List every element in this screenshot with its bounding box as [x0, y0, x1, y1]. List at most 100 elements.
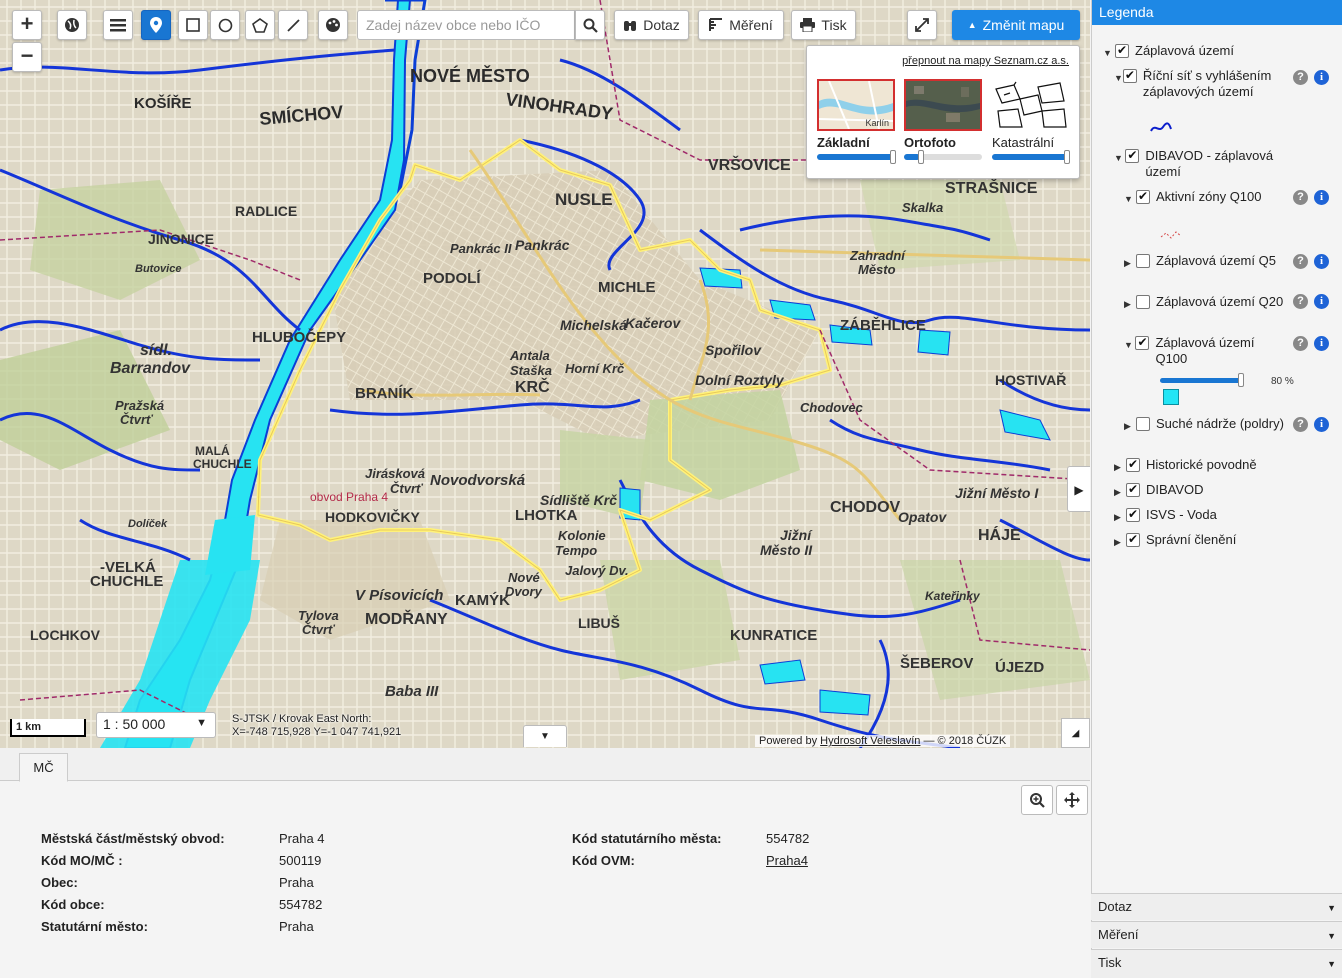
tree-collapsed-icon[interactable]: ▶: [1124, 418, 1136, 434]
legend-item-dibavod-zaplavova[interactable]: ▼ DIBAVOD - záplavová území: [1114, 147, 1304, 180]
rectangle-select-button[interactable]: [178, 10, 208, 40]
accordion-mereni[interactable]: Měření ▼: [1091, 921, 1342, 948]
scale-select[interactable]: 1 : 50 000 ▼: [96, 712, 216, 738]
help-icon[interactable]: ?: [1293, 254, 1308, 269]
layer-checkbox[interactable]: [1136, 254, 1150, 268]
legend-item-q100[interactable]: ▼ Záplavová území Q100: [1124, 334, 1284, 367]
tree-expanded-icon[interactable]: ▼: [1124, 191, 1136, 207]
zoom-to-feature-button[interactable]: [1021, 785, 1053, 815]
basemap-zakladni-thumbnail[interactable]: Karlín: [817, 79, 895, 131]
corner-resize-button[interactable]: ◢: [1061, 718, 1090, 748]
legend-item-suche-nadrze[interactable]: ▶ Suché nádrže (poldry): [1124, 416, 1284, 434]
point-select-button[interactable]: [141, 10, 171, 40]
tisk-button[interactable]: Tisk: [791, 10, 856, 40]
layer-checkbox[interactable]: [1126, 481, 1140, 497]
tree-expanded-icon[interactable]: ▼: [1114, 70, 1123, 86]
mereni-button[interactable]: Měření: [698, 10, 784, 40]
legend-item-historicke-povodne[interactable]: ▶ Historické povodně: [1114, 456, 1334, 475]
help-icon[interactable]: ?: [1293, 70, 1308, 85]
attribution-company-link[interactable]: Hydrosoft Veleslavín: [820, 735, 920, 747]
legend-item-spravni-cleneni[interactable]: ▶ Správní členění: [1114, 531, 1334, 550]
zoom-out-button[interactable]: −: [12, 42, 42, 72]
basemap-katastralni[interactable]: Katastrální: [992, 79, 1070, 164]
q100-opacity-value: 80 %: [1271, 376, 1294, 387]
layer-checkbox[interactable]: [1136, 188, 1150, 204]
search-input[interactable]: [357, 10, 575, 40]
svg-text:Jižní Město I: Jižní Město I: [955, 485, 1039, 501]
layer-checkbox[interactable]: [1136, 295, 1150, 309]
tree-collapsed-icon[interactable]: ▶: [1114, 484, 1126, 500]
zoom-in-button[interactable]: +: [12, 10, 42, 40]
layer-checkbox[interactable]: [1126, 506, 1140, 522]
tisk-label: Tisk: [821, 17, 847, 33]
line-select-button[interactable]: [278, 10, 308, 40]
pan-to-feature-button[interactable]: [1056, 785, 1088, 815]
legend-item-ricni-sit[interactable]: ▼ Říční síť s vyhlášením záplavových úze…: [1114, 67, 1284, 100]
change-map-button[interactable]: ▲ Změnit mapu: [952, 10, 1080, 40]
layer-checkbox[interactable]: [1125, 147, 1140, 163]
globe-button[interactable]: [57, 10, 87, 40]
tree-expanded-icon[interactable]: ▼: [1103, 45, 1115, 61]
scale-value: 1 : 50 000: [103, 716, 166, 732]
tree-expanded-icon[interactable]: ▼: [1114, 150, 1125, 166]
tree-collapsed-icon[interactable]: ▶: [1114, 509, 1126, 525]
accordion-tisk[interactable]: Tisk ▼: [1091, 949, 1342, 978]
q100-opacity-knob[interactable]: [1238, 373, 1244, 387]
basemap-ortofoto-thumbnail[interactable]: [904, 79, 982, 131]
legend-item-q20[interactable]: ▶ Záplavová území Q20: [1124, 294, 1284, 312]
basemap-ortofoto-opacity-slider[interactable]: [904, 150, 982, 164]
info-icon[interactable]: i: [1314, 294, 1329, 309]
toggle-bottom-panel-button[interactable]: ▼: [523, 725, 567, 747]
layer-checkbox[interactable]: [1126, 531, 1140, 547]
tree-expanded-icon[interactable]: ▼: [1124, 337, 1135, 353]
circle-select-button[interactable]: [210, 10, 240, 40]
seznam-link[interactable]: přepnout na mapy Seznam.cz a.s.: [902, 55, 1069, 67]
layer-checkbox[interactable]: [1122, 67, 1137, 83]
legend-item-q5[interactable]: ▶ Záplavová území Q5: [1124, 253, 1284, 271]
basemap-ortofoto[interactable]: Ortofoto: [904, 79, 982, 164]
accordion-dotaz[interactable]: Dotaz ▼: [1091, 893, 1342, 920]
help-icon[interactable]: ?: [1293, 294, 1308, 309]
help-icon[interactable]: ?: [1293, 417, 1308, 432]
layer-checkbox[interactable]: [1135, 334, 1150, 350]
basemap-zakladni-opacity-slider[interactable]: [817, 150, 896, 164]
layers-menu-button[interactable]: [103, 10, 133, 40]
q100-opacity-slider[interactable]: [1160, 378, 1242, 383]
legend-item-isvs-voda[interactable]: ▶ ISVS - Voda: [1114, 506, 1334, 525]
tab-mc[interactable]: MČ: [19, 753, 68, 782]
svg-text:Nové: Nové: [508, 570, 540, 585]
tree-collapsed-icon[interactable]: ▶: [1114, 534, 1126, 550]
legend-item-aktivni-zony[interactable]: ▼ Aktivní zóny Q100: [1124, 188, 1274, 207]
svg-text:Město: Město: [858, 262, 896, 277]
basemap-katastralni-opacity-slider[interactable]: [992, 150, 1070, 164]
region-button[interactable]: [318, 10, 348, 40]
ovm-link[interactable]: Praha4: [766, 853, 808, 869]
info-icon[interactable]: i: [1314, 336, 1329, 351]
svg-text:NUSLE: NUSLE: [555, 190, 613, 209]
help-icon[interactable]: ?: [1293, 336, 1308, 351]
map-view[interactable]: NOVÉ MĚSTO VINOHRADY SMÍCHOV KOŠÍŘE NUSL…: [0, 0, 1090, 748]
layer-checkbox[interactable]: [1115, 42, 1129, 58]
info-icon[interactable]: i: [1314, 254, 1329, 269]
fullscreen-button[interactable]: [907, 10, 937, 40]
svg-text:Zahradní: Zahradní: [849, 248, 906, 263]
svg-text:Staška: Staška: [510, 363, 552, 378]
tree-collapsed-icon[interactable]: ▶: [1114, 459, 1126, 475]
layer-checkbox[interactable]: [1126, 456, 1140, 472]
dotaz-button[interactable]: Dotaz: [614, 10, 689, 40]
tree-collapsed-icon[interactable]: ▶: [1124, 255, 1136, 271]
basemap-zakladni[interactable]: Karlín Základní: [817, 79, 896, 164]
info-icon[interactable]: i: [1314, 190, 1329, 205]
layer-checkbox[interactable]: [1136, 417, 1150, 431]
tree-collapsed-icon[interactable]: ▶: [1124, 296, 1136, 312]
attribution-suffix: — © 2018 ČÚZK: [923, 735, 1007, 747]
basemap-katastralni-thumbnail[interactable]: [992, 79, 1070, 131]
legend-item-dibavod[interactable]: ▶ DIBAVOD: [1114, 481, 1334, 500]
help-icon[interactable]: ?: [1293, 190, 1308, 205]
search-button[interactable]: [575, 10, 605, 40]
legend-item-zaplavova-uzemi[interactable]: ▼ Záplavová území: [1103, 42, 1333, 61]
polygon-select-button[interactable]: [245, 10, 275, 40]
info-icon[interactable]: i: [1314, 417, 1329, 432]
info-icon[interactable]: i: [1314, 70, 1329, 85]
expand-legend-button[interactable]: ▶: [1067, 466, 1090, 512]
